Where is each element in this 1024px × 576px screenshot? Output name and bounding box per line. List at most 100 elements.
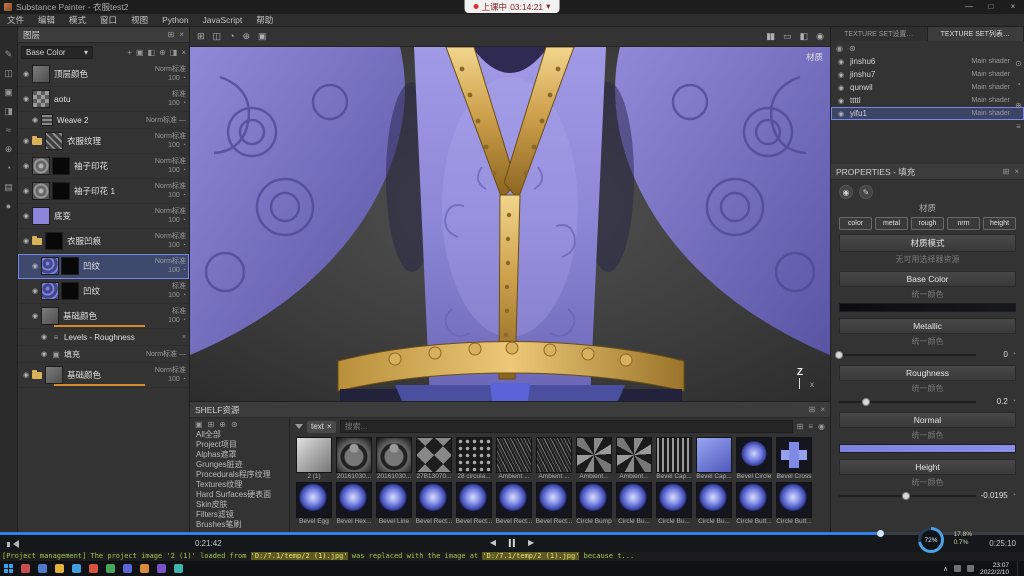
layer-row[interactable]: ◉底变Norm标准100◔ xyxy=(18,204,189,229)
shelf-thumbnail[interactable] xyxy=(456,437,492,473)
layer-row[interactable]: ◉基础颜色Norm标准100◔ xyxy=(18,363,189,388)
layer-thumbnail[interactable] xyxy=(45,366,63,384)
normal-color-swatch[interactable] xyxy=(839,444,1016,453)
layer-thumbnail[interactable] xyxy=(32,65,50,83)
layer-opacity[interactable]: 100◔ xyxy=(168,166,186,175)
eye-icon[interactable]: ◉ xyxy=(29,287,41,295)
layer-thumbnail[interactable] xyxy=(32,157,50,175)
grid-icon[interactable]: ⊞ xyxy=(197,31,204,42)
shelf-category[interactable]: Filters滤镜 xyxy=(190,510,289,520)
shelf-item[interactable]: 2 (1) xyxy=(295,437,333,480)
shelf-item[interactable]: 28 circula... xyxy=(455,437,493,480)
shelf-thumbnail[interactable] xyxy=(296,437,332,473)
metallic-value[interactable]: 0 xyxy=(980,350,1008,359)
layer-opacity[interactable]: 100◔ xyxy=(168,216,186,225)
menu-item[interactable]: 模式 xyxy=(62,14,93,26)
uniform-color-label[interactable]: 统一颜色 xyxy=(839,477,1016,488)
texture-set-tab[interactable]: TEXTURE SET列表… xyxy=(928,27,1024,41)
tray-clock[interactable]: 23:07 2022/2/10 xyxy=(980,562,1009,576)
channel-height-button[interactable]: height xyxy=(983,217,1016,230)
menu-item[interactable]: 窗口 xyxy=(93,14,124,26)
texture-set-row[interactable]: ◉jinshu6Main shader xyxy=(831,55,1024,68)
dial-icon[interactable]: ◔ xyxy=(1012,351,1016,358)
shelf-thumbnail[interactable] xyxy=(416,482,452,518)
maximize-button[interactable]: □ xyxy=(980,0,1002,14)
shelf-thumbnail[interactable] xyxy=(536,437,572,473)
layer-mask-thumbnail[interactable] xyxy=(52,182,70,200)
material-sphere-icon[interactable]: ⊙ xyxy=(1015,59,1022,68)
metallic-slider[interactable] xyxy=(839,354,976,356)
shelf-settings-icon[interactable]: ⊛ xyxy=(231,420,238,429)
shelf-item[interactable]: Bevel Cap... xyxy=(655,437,693,480)
dial-icon[interactable]: ◔ xyxy=(1012,492,1016,499)
dock-icon[interactable]: ⊞ xyxy=(809,405,816,414)
layer-row[interactable]: ◉衣服纹理Norm标准100◔ xyxy=(18,129,189,154)
shelf-thumbnail[interactable] xyxy=(576,437,612,473)
info-icon[interactable]: ◉ xyxy=(818,422,825,431)
start-button[interactable] xyxy=(4,564,13,573)
taskbar-app-2-icon[interactable] xyxy=(38,564,47,573)
layer-row[interactable]: ◉≡Levels - Roughness× xyxy=(18,329,189,346)
layer-opacity[interactable]: 100◔ xyxy=(168,99,186,108)
smart-material-icon[interactable]: ● xyxy=(6,201,11,211)
taskbar-app-10-icon[interactable] xyxy=(174,564,183,573)
shelf-item[interactable]: Bevel Circle xyxy=(735,437,773,480)
shelf-category[interactable]: Brushes笔刷 xyxy=(190,520,289,530)
eye-icon[interactable]: ◉ xyxy=(836,44,843,53)
display-settings-icon[interactable]: ≡ xyxy=(1016,122,1021,131)
layer-row[interactable]: ◉aotu标准100◔ xyxy=(18,87,189,112)
eye-icon[interactable]: ◉ xyxy=(38,350,50,358)
shelf-item[interactable]: Circle Bu... xyxy=(615,482,653,525)
texture-set-row[interactable]: ◉jinshu7Main shader xyxy=(831,68,1024,81)
shelf-thumbnail[interactable] xyxy=(376,437,412,473)
stamp-icon[interactable]: ▣ xyxy=(258,31,266,42)
layer-mask-thumbnail[interactable] xyxy=(45,232,63,250)
eraser-icon[interactable]: ◫ xyxy=(4,68,13,78)
roughness-header[interactable]: Roughness xyxy=(839,365,1016,381)
channel-color-button[interactable]: color xyxy=(839,217,872,230)
height-value[interactable]: -0.0195 xyxy=(980,491,1008,500)
history-icon[interactable]: ◔ xyxy=(1016,80,1021,89)
rewind-icon[interactable]: ◀ xyxy=(490,538,496,547)
close-icon[interactable]: × xyxy=(1014,167,1019,176)
channel-filter-select[interactable]: Base Color ▾ xyxy=(21,46,93,59)
layer-mask-thumbnail[interactable] xyxy=(61,282,79,300)
shelf-item[interactable]: Ambient... xyxy=(575,437,613,480)
gear-icon[interactable]: ⊛ xyxy=(849,44,856,53)
close-button[interactable]: × xyxy=(1002,0,1024,14)
layer-mask-thumbnail[interactable] xyxy=(52,157,70,175)
volume-icon[interactable] xyxy=(7,540,18,549)
shelf-item[interactable]: Circle Bu... xyxy=(655,482,693,525)
shelf-item[interactable]: Bevel Rect... xyxy=(495,482,533,525)
eye-icon[interactable]: ◉ xyxy=(20,162,32,170)
taskbar-app-5-icon[interactable] xyxy=(89,564,98,573)
axis-gizmo[interactable]: Z x xyxy=(797,368,814,389)
layer-thumbnail[interactable] xyxy=(41,257,59,275)
taskbar-app-4-icon[interactable] xyxy=(72,564,81,573)
shelf-item[interactable]: Circle Butt... xyxy=(735,482,773,525)
layer-row[interactable]: ◉基础颜色标准100◔ xyxy=(18,304,189,329)
layer-row[interactable]: ◉Weave 2Norm标准 — xyxy=(18,112,189,129)
titlebar[interactable]: Substance Painter - 衣服test2 上课中 03:14:21… xyxy=(0,0,1024,14)
minimize-button[interactable]: — xyxy=(958,0,980,14)
layer-row[interactable]: ◉凹纹Norm标准100◔ xyxy=(18,254,189,279)
metallic-header[interactable]: Metallic xyxy=(839,318,1016,334)
shelf-search-input[interactable] xyxy=(340,420,793,433)
projection-icon[interactable]: ▣ xyxy=(4,87,13,97)
shelf-item[interactable]: Bevel Cross xyxy=(775,437,813,480)
shelf-item[interactable]: Ambient ... xyxy=(535,437,573,480)
eye-icon[interactable]: ◉ xyxy=(20,137,32,145)
shelf-item[interactable]: Circle Bump xyxy=(575,482,613,525)
delete-icon[interactable]: × xyxy=(181,48,186,57)
taskbar-app-1-icon[interactable] xyxy=(21,564,30,573)
layer-opacity[interactable]: 100◔ xyxy=(168,241,186,250)
layer-row[interactable]: ◉凹纹标准100◔ xyxy=(18,279,189,304)
smudge-icon[interactable]: ≈ xyxy=(6,125,11,135)
channel-metal-button[interactable]: metal xyxy=(875,217,908,230)
layer-opacity[interactable]: 100◔ xyxy=(168,266,186,275)
shelf-thumbnail[interactable] xyxy=(616,437,652,473)
shelf-thumbnail[interactable] xyxy=(576,482,612,518)
layer-opacity[interactable]: 100◔ xyxy=(168,375,186,384)
grid-view-icon[interactable]: ⊞ xyxy=(797,422,804,431)
clone-icon[interactable]: ⊕ xyxy=(5,144,13,154)
